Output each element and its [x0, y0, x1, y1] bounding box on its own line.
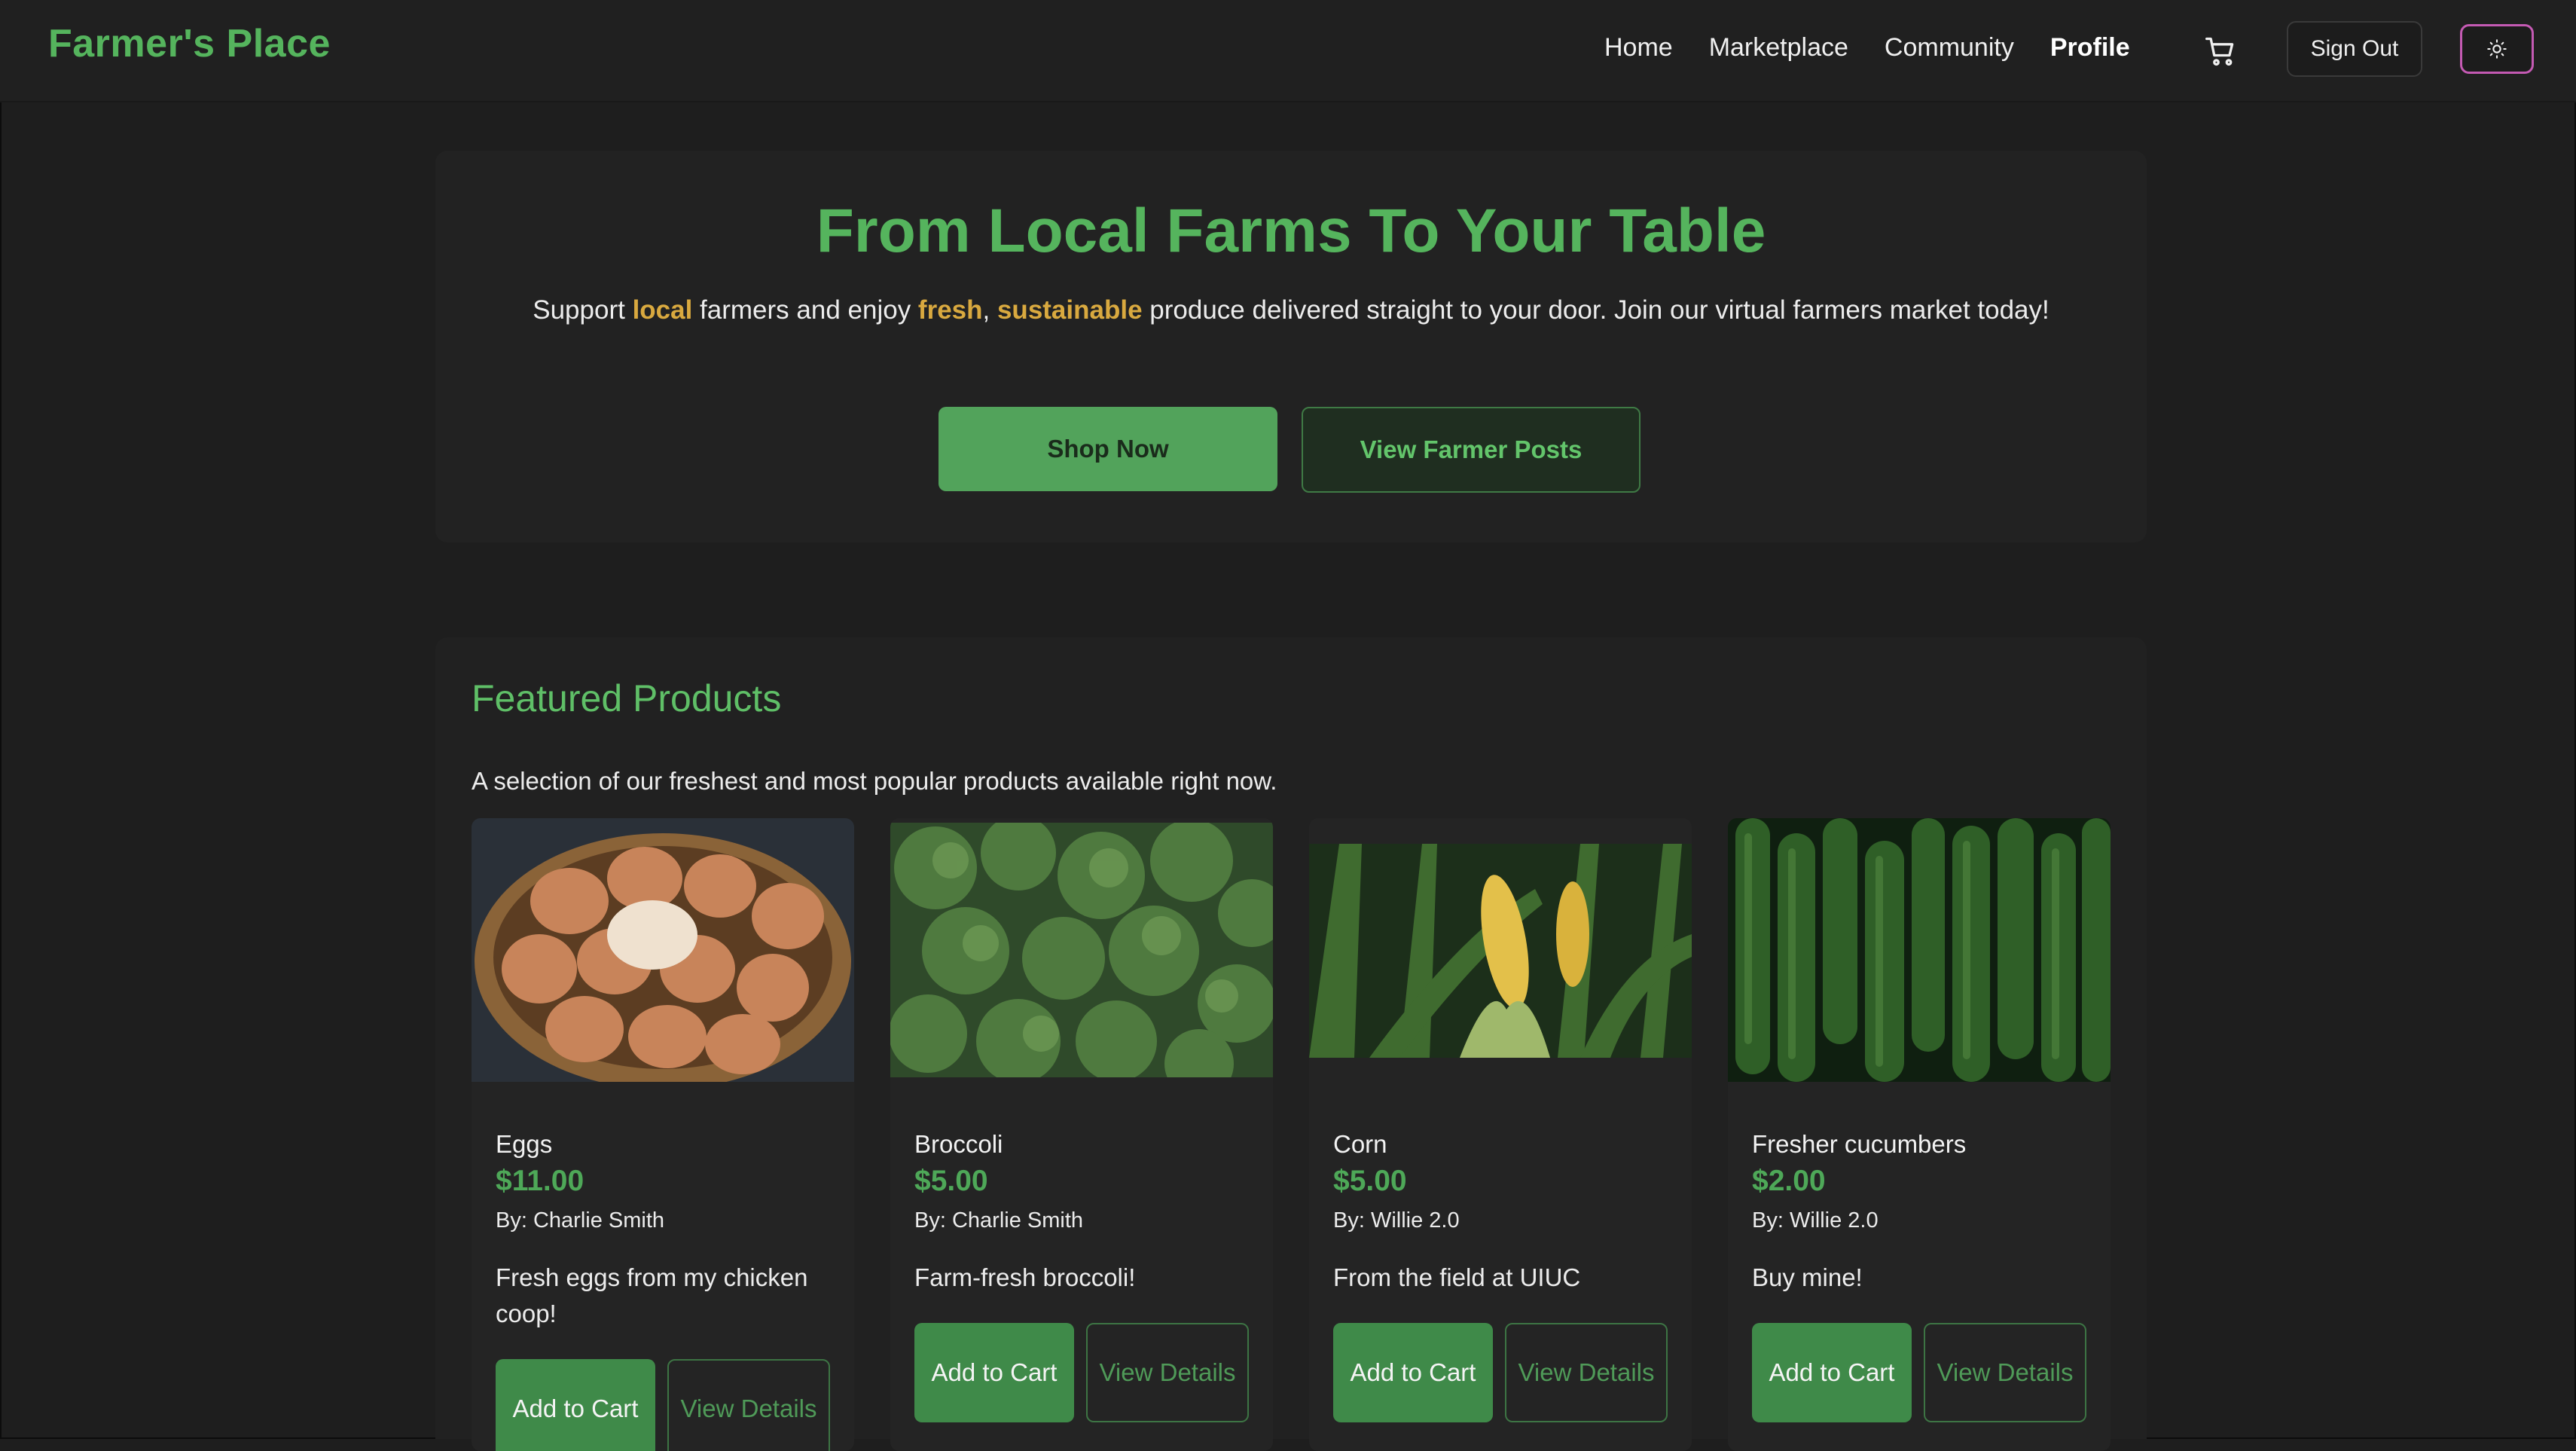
sun-icon: [2487, 39, 2507, 59]
product-card-cucumbers: Fresher cucumbers $2.00 By: Willie 2.0 B…: [1728, 818, 2111, 1451]
highlight-sustainable: sustainable: [997, 295, 1143, 325]
hero-section: From Local Farms To Your Table Support l…: [435, 151, 2147, 542]
product-price: $5.00: [1333, 1165, 1407, 1197]
top-navbar: Farmer's Place Home Marketplace Communit…: [0, 0, 2576, 102]
product-seller: By: Charlie Smith: [914, 1208, 1084, 1233]
product-price: $2.00: [1752, 1165, 1826, 1197]
product-seller: By: Charlie Smith: [496, 1208, 665, 1233]
eggs-image: [472, 818, 854, 1082]
product-card-broccoli: Broccoli $5.00 By: Charlie Smith Farm-fr…: [890, 818, 1273, 1451]
highlight-fresh: fresh: [917, 295, 983, 325]
nav-community[interactable]: Community: [1885, 33, 2014, 63]
product-name: Eggs: [496, 1130, 553, 1158]
cart-icon[interactable]: [2204, 35, 2237, 68]
nav-home[interactable]: Home: [1604, 33, 1673, 63]
section-subtitle: A selection of our freshest and most pop…: [472, 767, 1277, 795]
hero-text: farmers and enjoy: [692, 295, 918, 325]
product-name: Corn: [1333, 1130, 1387, 1158]
product-name: Broccoli: [914, 1130, 1003, 1158]
add-to-cart-button[interactable]: Add to Cart: [1752, 1323, 1912, 1422]
hero-subtitle: Support local farmers and enjoy fresh, s…: [496, 291, 2086, 330]
product-description: From the field at UIUC: [1333, 1263, 1581, 1291]
cucumbers-image: [1728, 818, 2111, 1082]
corn-image: [1309, 844, 1692, 1058]
add-to-cart-button[interactable]: Add to Cart: [914, 1323, 1074, 1422]
hero-text: produce delivered straight to your door.…: [1142, 295, 2050, 325]
product-card-eggs: Eggs $11.00 By: Charlie Smith Fresh eggs…: [472, 818, 854, 1451]
product-name: Fresher cucumbers: [1752, 1130, 1967, 1158]
product-description: Buy mine!: [1752, 1263, 1863, 1291]
view-details-button[interactable]: View Details: [1924, 1323, 2086, 1422]
nav-marketplace[interactable]: Marketplace: [1709, 33, 1848, 63]
section-title: Featured Products: [472, 677, 782, 719]
product-seller: By: Willie 2.0: [1752, 1208, 1879, 1233]
product-price: $11.00: [496, 1165, 584, 1197]
product-price: $5.00: [914, 1165, 988, 1197]
product-seller: By: Willie 2.0: [1333, 1208, 1460, 1233]
theme-toggle-button[interactable]: [2460, 24, 2534, 74]
featured-products-section: Featured Products A selection of our fre…: [435, 637, 2147, 1451]
hero-text: Support: [533, 295, 633, 325]
product-description: Farm-fresh broccoli!: [914, 1263, 1136, 1291]
product-card-corn: Corn $5.00 By: Willie 2.0 From the field…: [1309, 818, 1692, 1451]
view-details-button[interactable]: View Details: [667, 1359, 830, 1451]
hero-title: From Local Farms To Your Table: [816, 197, 1766, 265]
hero-text: ,: [982, 295, 997, 325]
add-to-cart-button[interactable]: Add to Cart: [496, 1359, 655, 1451]
view-details-button[interactable]: View Details: [1086, 1323, 1249, 1422]
shop-now-button[interactable]: Shop Now: [939, 407, 1277, 491]
brand-logo[interactable]: Farmer's Place: [48, 21, 331, 66]
nav-profile[interactable]: Profile: [2050, 33, 2130, 63]
view-details-button[interactable]: View Details: [1505, 1323, 1668, 1422]
broccoli-image: [890, 823, 1273, 1077]
highlight-local: local: [632, 295, 693, 325]
product-description: Fresh eggs from my chicken coop!: [496, 1263, 808, 1327]
nav-links: Home Marketplace Community Profile: [1604, 33, 2130, 63]
view-farmer-posts-button[interactable]: View Farmer Posts: [1302, 407, 1641, 493]
sign-out-button[interactable]: Sign Out: [2287, 21, 2422, 77]
add-to-cart-button[interactable]: Add to Cart: [1333, 1323, 1493, 1422]
